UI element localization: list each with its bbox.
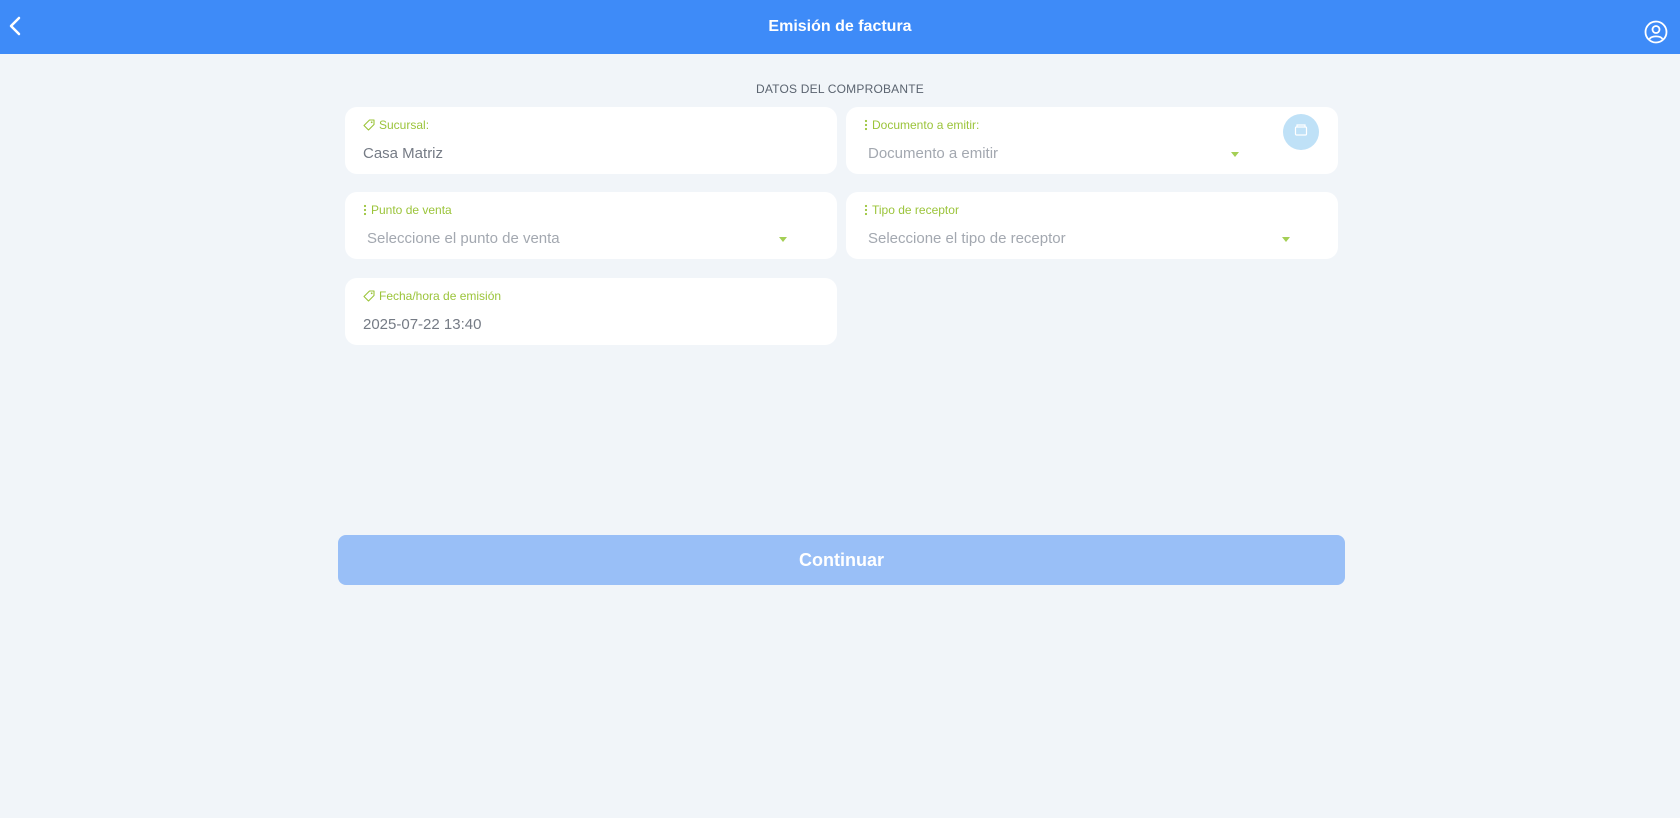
tipo-receptor-label-text: Tipo de receptor [872,203,959,217]
page-title: Emisión de factura [768,18,912,35]
documento-side-button[interactable] [1283,114,1319,150]
chevron-down-icon[interactable] [779,237,787,242]
back-button[interactable] [4,16,26,41]
punto-venta-label-text: Punto de venta [371,203,452,217]
user-profile-button[interactable] [1644,20,1668,49]
tipo-receptor-select[interactable]: Seleccione el tipo de receptor [868,230,1066,247]
vertical-dots-icon [864,204,868,216]
sucursal-label: Sucursal: [363,118,429,132]
documento-label-text: Documento a emitir: [872,118,980,132]
fecha-label-text: Fecha/hora de emisión [379,289,502,303]
user-circle-icon [1644,20,1668,49]
sucursal-value: Casa Matriz [363,145,444,162]
documento-label: Documento a emitir: [864,118,979,132]
fecha-label: Fecha/hora de emisión [363,289,501,303]
documento-select[interactable]: Documento a emitir [868,145,998,162]
fecha-field[interactable]: Fecha/hora de emisión 2025-07-22 13:40 [345,278,837,345]
vertical-dots-icon [864,119,868,131]
continue-button[interactable]: Continuar [338,535,1345,585]
chevron-left-icon [8,16,22,41]
sucursal-label-text: Sucursal: [379,118,430,132]
vertical-dots-icon [363,204,367,216]
punto-venta-field[interactable]: Punto de venta Seleccione el punto de ve… [345,192,837,259]
section-title: DATOS DEL COMPROBANTE [755,82,924,96]
tag-icon [363,119,375,131]
tipo-receptor-label: Tipo de receptor [864,203,959,217]
archive-icon [1294,123,1308,141]
chevron-down-icon[interactable] [1282,237,1290,242]
documento-field[interactable]: Documento a emitir: Documento a emitir [846,107,1338,174]
app-header: Emisión de factura [0,0,1680,54]
punto-venta-select[interactable]: Seleccione el punto de venta [367,230,560,247]
sucursal-field[interactable]: Sucursal: Casa Matriz [345,107,837,174]
tag-icon [363,290,375,302]
fecha-value: 2025-07-22 13:40 [363,316,482,333]
chevron-down-icon[interactable] [1231,152,1239,157]
tipo-receptor-field[interactable]: Tipo de receptor Seleccione el tipo de r… [846,192,1338,259]
punto-venta-label: Punto de venta [363,203,452,217]
